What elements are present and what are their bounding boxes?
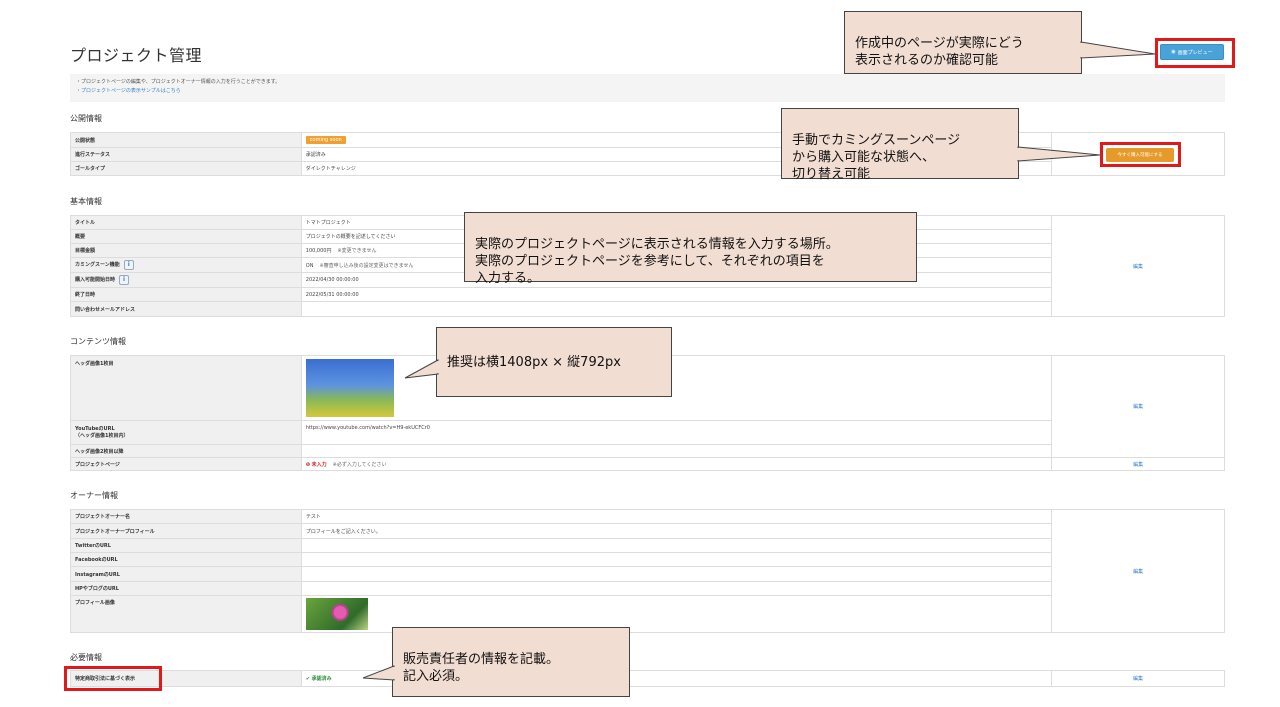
row-label: 目標金額 — [70, 243, 302, 258]
callout-pointer — [404, 359, 439, 379]
info-icon[interactable]: i — [119, 275, 130, 285]
row-note: ※必ず入力してください — [332, 461, 387, 468]
info-icon[interactable]: i — [123, 260, 134, 270]
callout-text: 実際のプロジェクトページに表示される情報を入力する場所。 実際のプロジェクトペー… — [475, 237, 839, 286]
row-value: プロフィールをご記入ください。 — [300, 523, 1053, 539]
row-label: プロジェクトページ — [70, 457, 302, 471]
row-value: テスト — [300, 509, 1053, 524]
row-label: 問い合わせメールアドレス — [70, 301, 302, 317]
callout-coming-soon: 手動でカミングスーンページ から購入可能な状態へ、 切り替え可能 — [781, 108, 1101, 182]
row-value: https://www.youtube.com/watch?v=H9-ekUCF… — [300, 420, 1053, 445]
status-badge: coming soon — [305, 136, 346, 144]
callout-text: 手動でカミングスーンページ から購入可能な状態へ、 切り替え可能 — [792, 133, 961, 182]
section-title-basic: 基本情報 — [70, 197, 102, 206]
row-note: ※変更できません — [337, 248, 377, 254]
row-value: 100,000円 — [305, 248, 332, 254]
purchasable-highlight — [1100, 142, 1181, 167]
required-info-table: 特定商取引法に基づく表示 ✔ 承認済み 編集 — [70, 670, 1225, 687]
row-label: プロフィール画像 — [70, 595, 302, 633]
owner-info-table: プロジェクトオーナー名 テスト 編集 プロジェクトオーナープロフィール プロフィ… — [70, 509, 1225, 633]
callout-seller: 販売責任者の情報を記載。 記入必須。 — [362, 627, 630, 697]
edit-link[interactable]: 編集 — [1133, 404, 1143, 410]
edit-link[interactable]: 編集 — [1133, 264, 1143, 270]
row-value — [300, 301, 1053, 317]
row-label: 概要 — [70, 229, 302, 244]
row-value: 2022/05/31 00:00:00 — [300, 287, 1053, 302]
callout-preview: 作成中のページが実際にどう 表示されるのか確認可能 — [844, 11, 1156, 74]
row-label: タイトル — [70, 215, 302, 230]
profile-image — [305, 598, 368, 630]
row-value: 未入力 — [311, 461, 327, 468]
info-notice: ・プロジェクトページの編集や、プロジェクトオーナー情報の入力を行うことができます… — [70, 74, 1225, 102]
alert-icon: ❶ — [305, 461, 311, 468]
page-title: プロジェクト管理 — [70, 46, 203, 65]
row-value — [300, 566, 1053, 582]
callout-text: 作成中のページが実際にどう 表示されるのか確認可能 — [855, 36, 1024, 68]
callout-pointer — [1017, 146, 1101, 162]
row-label: HPやブログのURL — [70, 581, 302, 596]
callout-text: 推奨は横1408px × 縦792px — [447, 354, 621, 370]
header-image — [305, 359, 394, 417]
row-value — [300, 581, 1053, 596]
section-title-public: 公開情報 — [70, 114, 102, 123]
row-label: 進行ステータス — [70, 147, 302, 162]
callout-pointer — [1080, 41, 1156, 59]
callout-basic: 実際のプロジェクトページに表示される情報を入力する場所。 実際のプロジェクトペー… — [464, 212, 917, 286]
row-label: 購入可能開始日時 — [75, 277, 116, 283]
section-title-contents: コンテンツ情報 — [70, 337, 126, 346]
edit-link[interactable]: 編集 — [1133, 569, 1143, 575]
preview-highlight — [1155, 38, 1235, 68]
row-note: ※審査申し込み後の設定変更はできません — [319, 262, 414, 269]
row-value — [300, 444, 1053, 458]
row-label: ゴールタイプ — [70, 161, 302, 176]
row-label: ヘッダ画像1枚目 — [70, 355, 302, 421]
row-label: カミングスーン機能 — [75, 262, 120, 268]
row-label: FacebookのURL — [70, 552, 302, 567]
edit-link[interactable]: 編集 — [1133, 676, 1143, 682]
section-title-required: 必要情報 — [70, 653, 102, 662]
row-value: 承認済み — [311, 676, 332, 682]
seller-highlight — [64, 666, 162, 691]
section-title-owner: オーナー情報 — [70, 491, 118, 500]
callout-text: 販売責任者の情報を記載。 記入必須。 — [403, 652, 560, 684]
row-label: TwitterのURL — [70, 538, 302, 553]
row-label: InstagramのURL — [70, 566, 302, 582]
callout-image: 推奨は横1408px × 縦792px — [404, 327, 672, 397]
row-value: ON — [305, 262, 314, 269]
sample-link[interactable]: ・プロジェクトページの表示サンプルはこちら — [76, 87, 1219, 96]
row-label: 終了日時 — [70, 287, 302, 302]
row-label: プロジェクトオーナー名 — [70, 509, 302, 524]
info-line: ・プロジェクトページの編集や、プロジェクトオーナー情報の入力を行うことができます… — [76, 79, 281, 85]
callout-pointer — [362, 665, 395, 681]
row-value — [300, 552, 1053, 567]
row-value — [300, 538, 1053, 553]
check-icon: ✔ — [305, 676, 310, 682]
row-label: プロジェクトオーナープロフィール — [70, 523, 302, 539]
row-label: YouTubeのURL （ヘッダ画像1枚目内） — [70, 420, 302, 445]
row-label: 公開状態 — [70, 132, 302, 148]
edit-link[interactable]: 編集 — [1133, 462, 1143, 468]
row-label: ヘッダ画像2枚目以降 — [70, 444, 302, 458]
